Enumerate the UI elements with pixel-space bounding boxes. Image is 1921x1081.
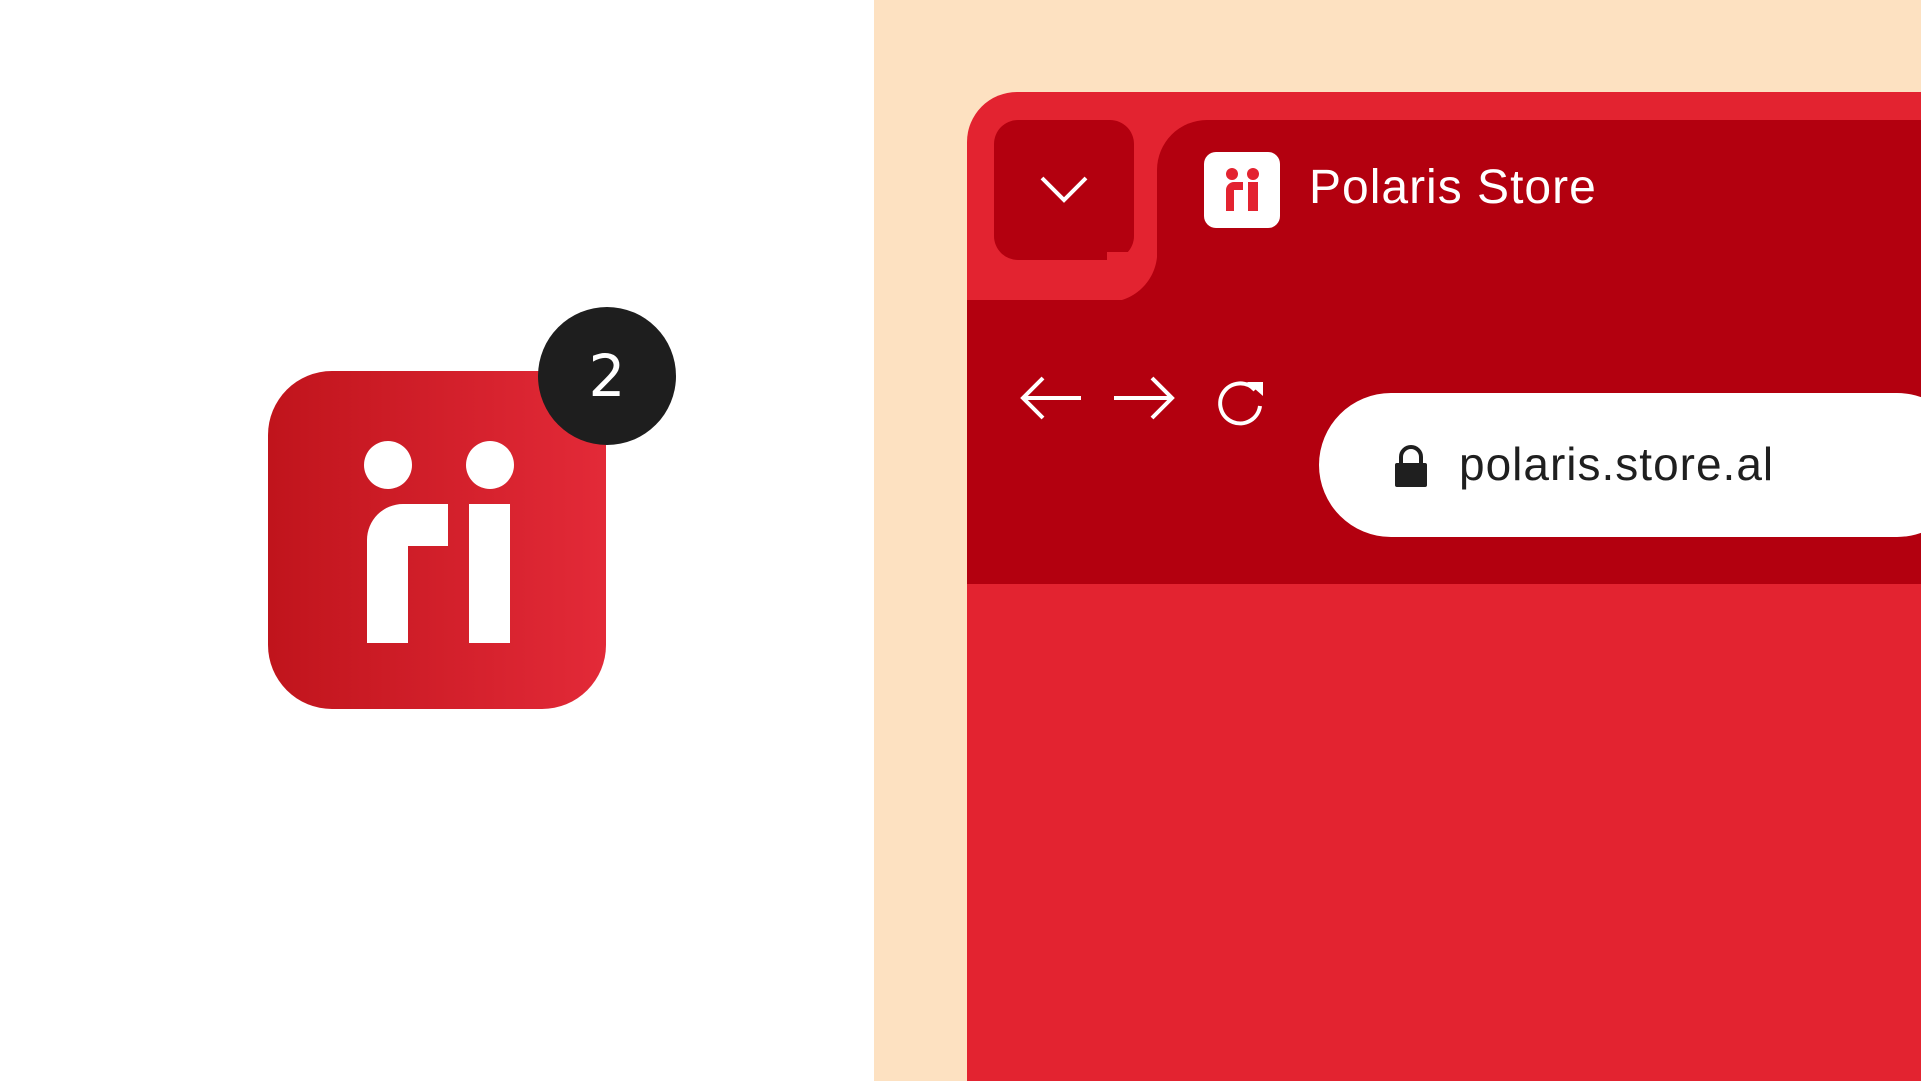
lock-icon [1395, 445, 1427, 487]
notification-badge: 2 [538, 307, 676, 445]
arrow-left-icon[interactable] [1019, 376, 1083, 420]
reload-icon[interactable] [1217, 376, 1267, 426]
chevron-down-icon [1040, 176, 1088, 203]
address-bar[interactable]: polaris.store.al [1319, 393, 1921, 537]
page-content-area [967, 584, 1921, 1081]
tab-title: Polaris Store [1309, 161, 1597, 214]
browser-toolbar: polaris.store.al [967, 300, 1921, 584]
url-text: polaris.store.al [1459, 438, 1775, 490]
tab-list-button[interactable] [994, 120, 1134, 260]
browser-window: Polaris Store polaris.store.al [967, 92, 1921, 1081]
ri-logo-icon [1226, 168, 1259, 211]
arrow-right-icon[interactable] [1112, 376, 1176, 420]
tab-favicon [1204, 152, 1280, 228]
tab-corner [1107, 252, 1157, 302]
